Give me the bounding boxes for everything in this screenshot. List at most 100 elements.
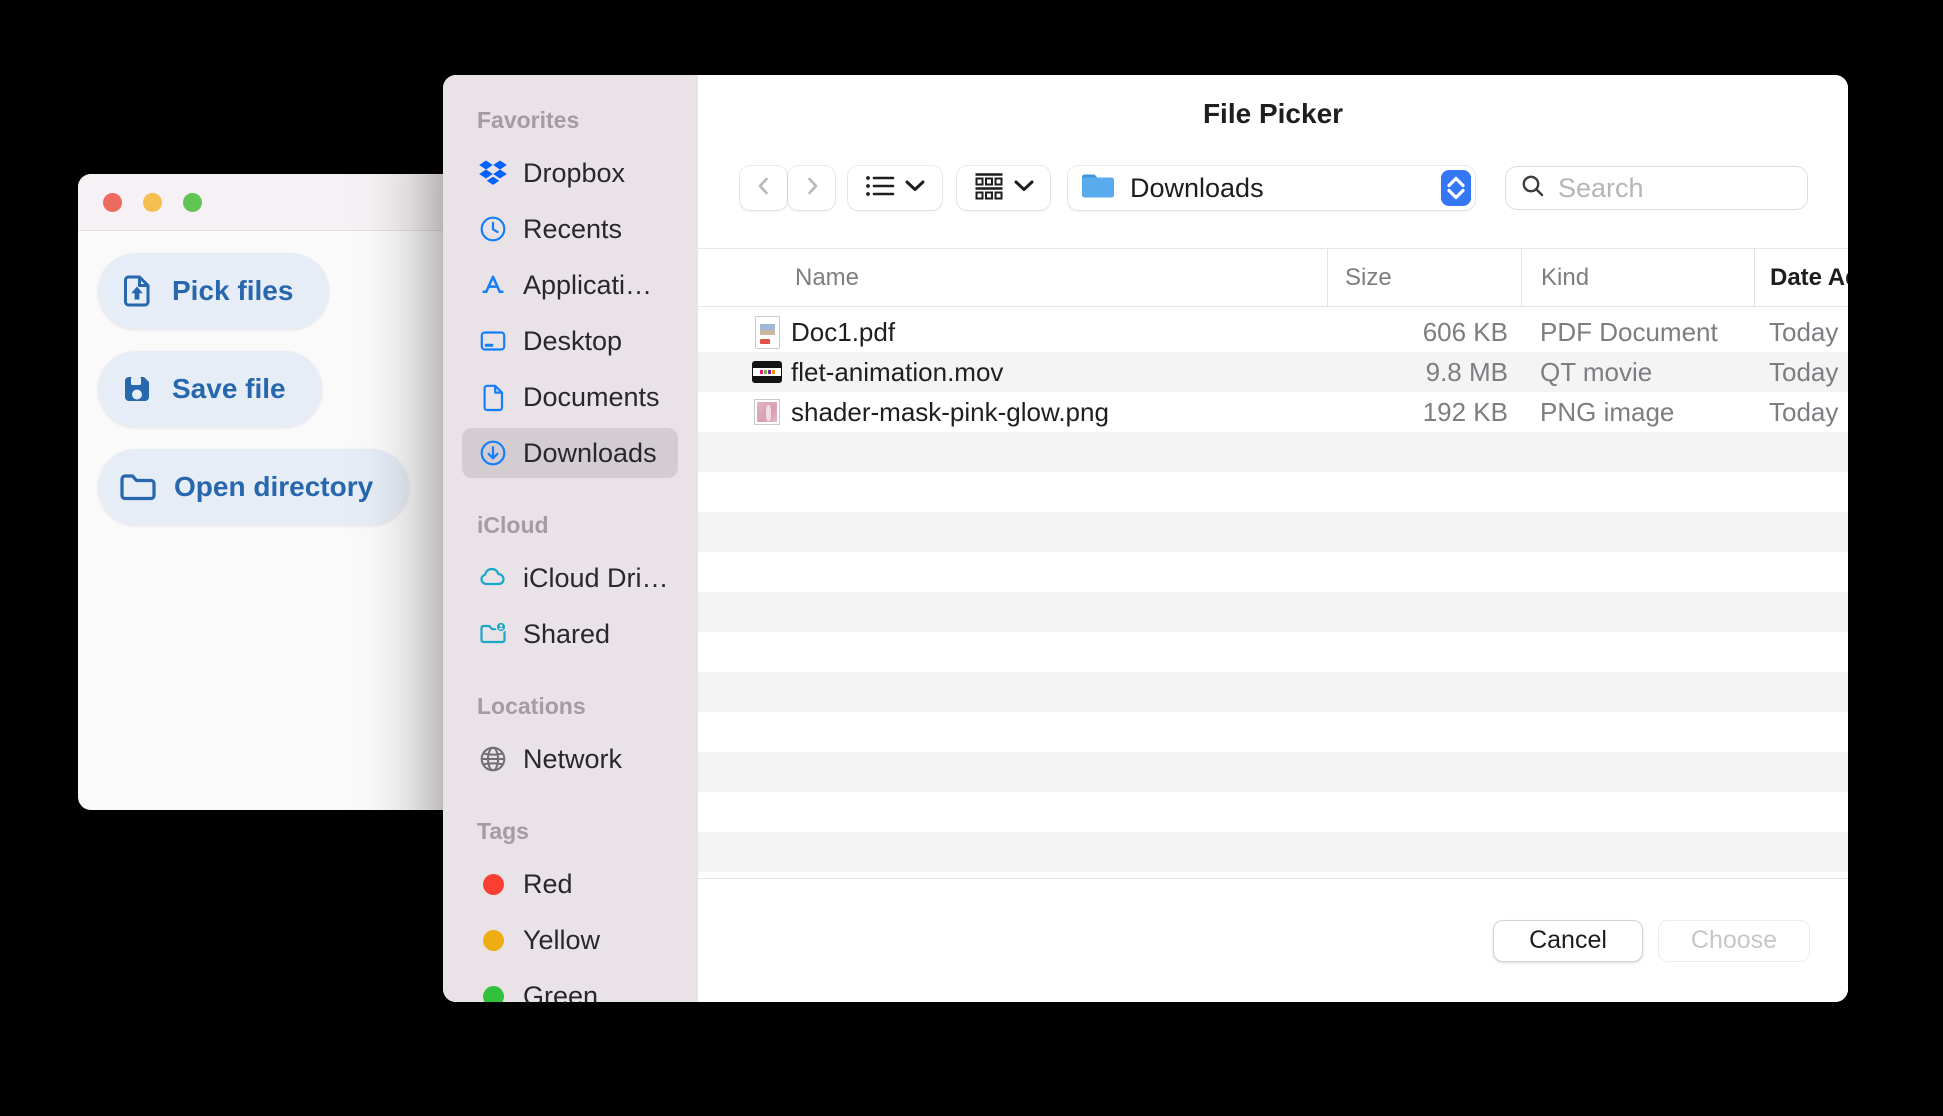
choose-button[interactable]: Choose [1658, 919, 1810, 962]
sidebar-section-favorites: Favorites Dropbox Recents Applicati… Des… [443, 107, 698, 478]
app-window: Pick files Save file Open directory [78, 174, 458, 810]
sidebar-item-label: Network [523, 743, 623, 774]
file-date-added: Today [1769, 356, 1839, 387]
dialog-content: File Picker Downloads Search Name Size K… [698, 75, 1848, 1002]
column-header-kind[interactable]: Kind [1521, 249, 1754, 306]
app-store-icon [478, 270, 508, 300]
toolbar: Downloads [698, 166, 1848, 210]
location-label: Downloads [1130, 172, 1264, 203]
cloud-icon [478, 563, 508, 593]
sidebar-item-label: Shared [523, 618, 611, 649]
search-icon [1520, 173, 1546, 204]
yellow-tag-icon [478, 925, 508, 955]
sidebar-item-label: Recents [523, 213, 623, 244]
open-folder-icon [119, 469, 157, 505]
sidebar-item-applications[interactable]: Applicati… [462, 260, 678, 310]
sidebar-item-label: Dropbox [523, 157, 626, 188]
location-stepper-icon[interactable] [1441, 170, 1471, 206]
search-input[interactable] [1556, 171, 1790, 205]
red-tag-icon [478, 869, 508, 899]
sidebar-section-locations: Locations Network [443, 693, 698, 784]
sidebar-item-tag-yellow[interactable]: Yellow [462, 915, 678, 965]
location-dropdown[interactable]: Downloads [1068, 166, 1475, 210]
sidebar-item-tag-green[interactable]: Green [462, 971, 678, 1002]
sidebar-item-label: Applicati… [523, 269, 653, 300]
file-row-shader-mask-pink-glow-png[interactable]: shader-mask-pink-glow.png 192 KB PNG ima… [698, 392, 1848, 432]
app-body: Pick files Save file Open directory [78, 231, 458, 525]
folder-icon [1080, 172, 1116, 205]
group-view-icon [974, 172, 1004, 205]
file-kind: PNG image [1540, 396, 1675, 427]
sidebar-section-title: Locations [477, 693, 586, 719]
sidebar-item-label: Desktop [523, 325, 623, 356]
sidebar-item-label: iCloud Dri… [523, 562, 669, 593]
back-button[interactable] [740, 166, 787, 210]
app-titlebar [78, 174, 458, 231]
green-tag-icon [478, 981, 508, 1002]
save-file-button[interactable]: Save file [98, 351, 322, 427]
sidebar-item-documents[interactable]: Documents [462, 372, 678, 422]
sidebar-item-dropbox[interactable]: Dropbox [462, 148, 678, 198]
file-row-flet-animation-mov[interactable]: flet-animation.mov 9.8 MB QT movie Today [698, 352, 1848, 392]
pick-files-label: Pick files [172, 275, 294, 306]
sidebar-item-network[interactable]: Network [462, 734, 678, 784]
file-kind: QT movie [1540, 356, 1653, 387]
sidebar-item-desktop[interactable]: Desktop [462, 316, 678, 366]
png-file-icon [752, 399, 782, 425]
sidebar-section-title: Tags [477, 818, 529, 844]
dialog-title: File Picker [1202, 98, 1344, 129]
file-name: flet-animation.mov [791, 356, 1004, 387]
file-name: Doc1.pdf [791, 316, 896, 347]
shared-folder-icon [478, 619, 508, 649]
clock-icon [478, 214, 508, 244]
list-view-button[interactable] [848, 166, 942, 210]
sidebar-section-tags: Tags Red Yellow Green [443, 818, 698, 1002]
forward-button[interactable] [788, 166, 835, 210]
file-upload-icon [119, 273, 155, 309]
sidebar-item-label: Downloads [523, 437, 657, 468]
group-view-button[interactable] [957, 166, 1050, 210]
document-icon [478, 382, 508, 412]
sidebar-section-title: iCloud [477, 512, 549, 538]
list-header: Name Size Kind Date Added [698, 248, 1848, 307]
file-date-added: Today [1769, 396, 1839, 427]
sidebar: Favorites Dropbox Recents Applicati… Des… [443, 75, 698, 1002]
desktop-icon [478, 326, 508, 356]
sidebar-item-shared[interactable]: Shared [462, 609, 678, 659]
search-field[interactable] [1505, 166, 1808, 210]
cancel-button[interactable]: Cancel [1493, 919, 1643, 962]
file-date-added: Today [1769, 316, 1839, 347]
file-kind: PDF Document [1540, 316, 1718, 347]
minimize-window-button[interactable] [143, 192, 162, 212]
chevron-left-icon [753, 175, 775, 202]
file-size: 606 KB [1422, 316, 1508, 347]
column-header-date-added[interactable]: Date Added [1754, 249, 1848, 306]
file-size: 9.8 MB [1425, 356, 1508, 387]
file-name: shader-mask-pink-glow.png [791, 396, 1109, 427]
sidebar-section-icloud: iCloud iCloud Dri… Shared [443, 512, 698, 659]
zoom-window-button[interactable] [183, 192, 202, 212]
save-icon [119, 371, 155, 407]
sidebar-item-label: Green [523, 980, 599, 1003]
list-view-icon [865, 173, 895, 204]
sidebar-item-recents[interactable]: Recents [462, 204, 678, 254]
file-list: Doc1.pdf 606 KB PDF Document Today flet-… [698, 312, 1848, 878]
pick-files-button[interactable]: Pick files [98, 253, 330, 329]
column-header-name[interactable]: Name [698, 249, 1327, 306]
column-header-size[interactable]: Size [1327, 249, 1521, 306]
file-row-doc1-pdf[interactable]: Doc1.pdf 606 KB PDF Document Today [698, 312, 1848, 352]
sidebar-item-icloud-drive[interactable]: iCloud Dri… [462, 553, 678, 603]
dropbox-icon [478, 158, 508, 188]
download-circle-icon [478, 438, 508, 468]
save-file-label: Save file [172, 373, 286, 404]
open-directory-button[interactable]: Open directory [98, 449, 410, 525]
chevron-down-icon [905, 179, 925, 197]
dialog-titlebar: File Picker [698, 75, 1848, 166]
file-picker-dialog: Favorites Dropbox Recents Applicati… Des… [443, 75, 1848, 1002]
sidebar-item-tag-red[interactable]: Red [462, 859, 678, 909]
file-size: 192 KB [1422, 396, 1508, 427]
close-window-button[interactable] [103, 192, 122, 212]
pdf-file-icon [752, 315, 782, 349]
open-directory-label: Open directory [174, 471, 374, 502]
sidebar-item-downloads[interactable]: Downloads [462, 428, 678, 478]
